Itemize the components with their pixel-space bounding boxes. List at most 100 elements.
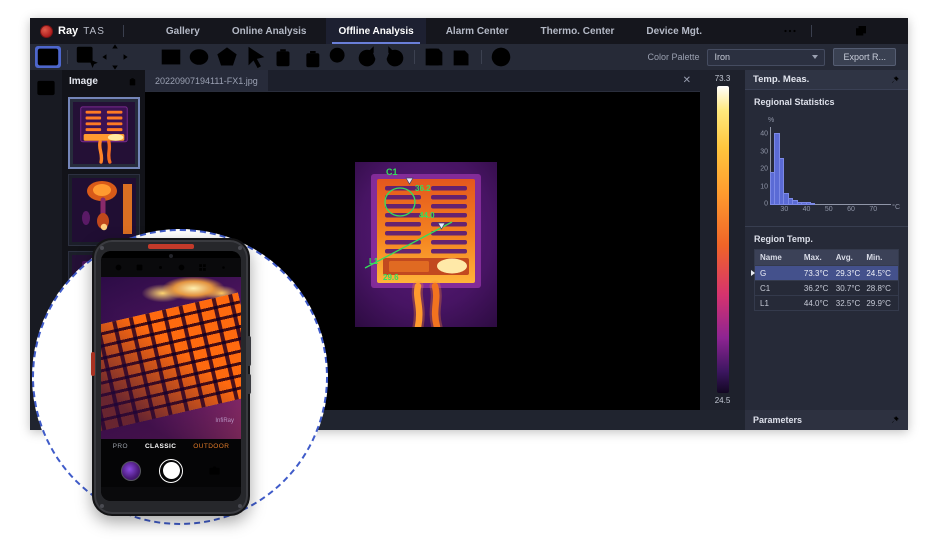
iron-palette-gradient[interactable]	[717, 86, 729, 393]
tool-add-select[interactable]	[74, 46, 100, 68]
tool-ellipse[interactable]	[186, 46, 212, 68]
region-temp-value: 73.3°C	[804, 269, 836, 278]
export-report-button[interactable]: Export R...	[833, 48, 896, 66]
polygon-icon	[214, 44, 240, 70]
phone-mode-box-icon	[135, 263, 144, 272]
phone-camera-toolbar	[101, 258, 241, 277]
tool-line[interactable]	[130, 46, 156, 68]
gear-icon	[219, 263, 228, 272]
nav-online-analysis[interactable]: Online Analysis	[220, 18, 319, 44]
app-logo: Ray TAS	[30, 25, 115, 38]
restore-button[interactable]	[854, 24, 868, 38]
region-temp-title: Region Temp.	[754, 234, 899, 244]
palette-select[interactable]: Iron	[707, 49, 825, 66]
scale-min-temp: 24.5	[715, 395, 731, 406]
annotation-label: L1	[369, 257, 379, 266]
phone-light-icon	[156, 263, 165, 272]
app-name: TAS	[83, 26, 105, 37]
table-row-l1[interactable]: L144.0°C32.5°C29.9°C	[755, 295, 898, 310]
region-temp-value: 28.8°C	[866, 284, 893, 293]
tool-rectangle[interactable]	[158, 46, 184, 68]
parameters-bar[interactable]: Parameters	[745, 410, 908, 430]
more-button[interactable]	[783, 24, 797, 38]
globe-icon	[488, 44, 514, 70]
tool-globe[interactable]	[488, 46, 514, 68]
grid-icon	[198, 263, 207, 272]
toolbar-tools	[34, 46, 515, 68]
delete-images-button[interactable]	[127, 76, 138, 87]
tool-delete[interactable]	[270, 46, 296, 68]
nav-device-mgt-[interactable]: Device Mgt.	[634, 18, 714, 44]
thumbnail-thermal-panel	[73, 102, 135, 164]
file-tab[interactable]: 20220907194111-FX1.jpg	[145, 70, 268, 91]
expand-icon[interactable]	[890, 415, 900, 425]
zoom-tool-icon	[326, 44, 352, 70]
temp-meas-header[interactable]: Temp. Meas.	[745, 70, 908, 90]
region-temp-value: 32.5°C	[836, 299, 867, 308]
bottom-bar-gap	[700, 410, 745, 430]
line-icon	[130, 44, 156, 70]
phone-thermal-view: InfiRay	[101, 277, 241, 439]
more-icon	[783, 24, 797, 38]
tool-save[interactable]	[421, 46, 447, 68]
phone-grid-icon	[198, 263, 207, 272]
region-name: C1	[760, 284, 804, 293]
tool-polygon[interactable]	[214, 46, 240, 68]
close-tab-button[interactable]: ✕	[674, 75, 700, 86]
undo-icon	[354, 44, 380, 70]
tool-move[interactable]	[102, 46, 128, 68]
palette-value: Iron	[714, 52, 730, 62]
phone-mode-pro: PRO	[113, 443, 128, 450]
phone-side-button	[91, 352, 95, 376]
y-tick-label: 0	[764, 201, 771, 208]
close-button[interactable]	[882, 24, 896, 38]
parameters-title: Parameters	[753, 415, 802, 425]
phone-power-button	[247, 374, 251, 394]
nav-thermo-center[interactable]: Thermo. Center	[529, 18, 627, 44]
tool-zoom-tool[interactable]	[326, 46, 352, 68]
tool-undo[interactable]	[354, 46, 380, 68]
pin-icon[interactable]	[890, 75, 900, 85]
file-tab-name: 20220907194111-FX1.jpg	[155, 76, 258, 86]
region-name: G	[760, 269, 804, 278]
light-icon	[156, 263, 165, 272]
table-row-g[interactable]: G73.3°C29.3°C24.5°C	[755, 265, 898, 280]
tool-pointer[interactable]	[242, 46, 268, 68]
tool-delete-all[interactable]	[298, 46, 324, 68]
column-header: Name	[760, 253, 804, 262]
image-thumbnail-selected[interactable]	[68, 97, 140, 169]
delete-all-icon	[298, 44, 324, 70]
toolbar: Color Palette Iron Export R...	[30, 44, 908, 70]
histogram-y-unit: %	[768, 117, 774, 124]
tool-image-view[interactable]	[35, 46, 61, 68]
region-temp-value: 44.0°C	[804, 299, 836, 308]
annotation-temp: 44.0	[419, 211, 435, 220]
annotation-temp: 36.2	[415, 184, 431, 193]
minimize-button[interactable]	[826, 24, 840, 38]
phone-camera-switch-icon	[208, 464, 221, 477]
histogram-bar	[798, 203, 801, 204]
histogram-bar	[771, 173, 774, 205]
table-row-c1[interactable]: C136.2°C30.7°C28.8°C	[755, 280, 898, 295]
column-header: Avg.	[836, 253, 867, 262]
thumbnail-thermal-cabinet	[72, 178, 136, 242]
tool-redo[interactable]	[382, 46, 408, 68]
image-view-icon	[35, 44, 61, 70]
column-header: Min.	[866, 253, 893, 262]
tool-save-as[interactable]	[449, 46, 475, 68]
thermal-image[interactable]: C1 36.2 L1 44.0 29.6	[355, 162, 497, 327]
image-thumbnail-2[interactable]	[68, 174, 140, 246]
phone-front-camera	[101, 251, 241, 258]
x-tick-label: 30	[780, 206, 788, 213]
histogram-bar	[807, 203, 810, 204]
video-tab[interactable]	[35, 78, 57, 98]
mode-box-icon	[135, 263, 144, 272]
y-tick-label: 40	[760, 131, 771, 138]
nav-alarm-center[interactable]: Alarm Center	[434, 18, 521, 44]
temperature-scale: 73.3 24.5	[700, 70, 745, 410]
nav-gallery[interactable]: Gallery	[154, 18, 212, 44]
temp-measurement-panel: Temp. Meas. Regional Statistics % 010203…	[745, 70, 908, 410]
phone-gear-icon	[219, 263, 228, 272]
region-temp-table: NameMax.Avg.Min.G73.3°C29.3°C24.5°CC136.…	[754, 249, 899, 311]
nav-offline-analysis[interactable]: Offline Analysis	[326, 18, 425, 44]
